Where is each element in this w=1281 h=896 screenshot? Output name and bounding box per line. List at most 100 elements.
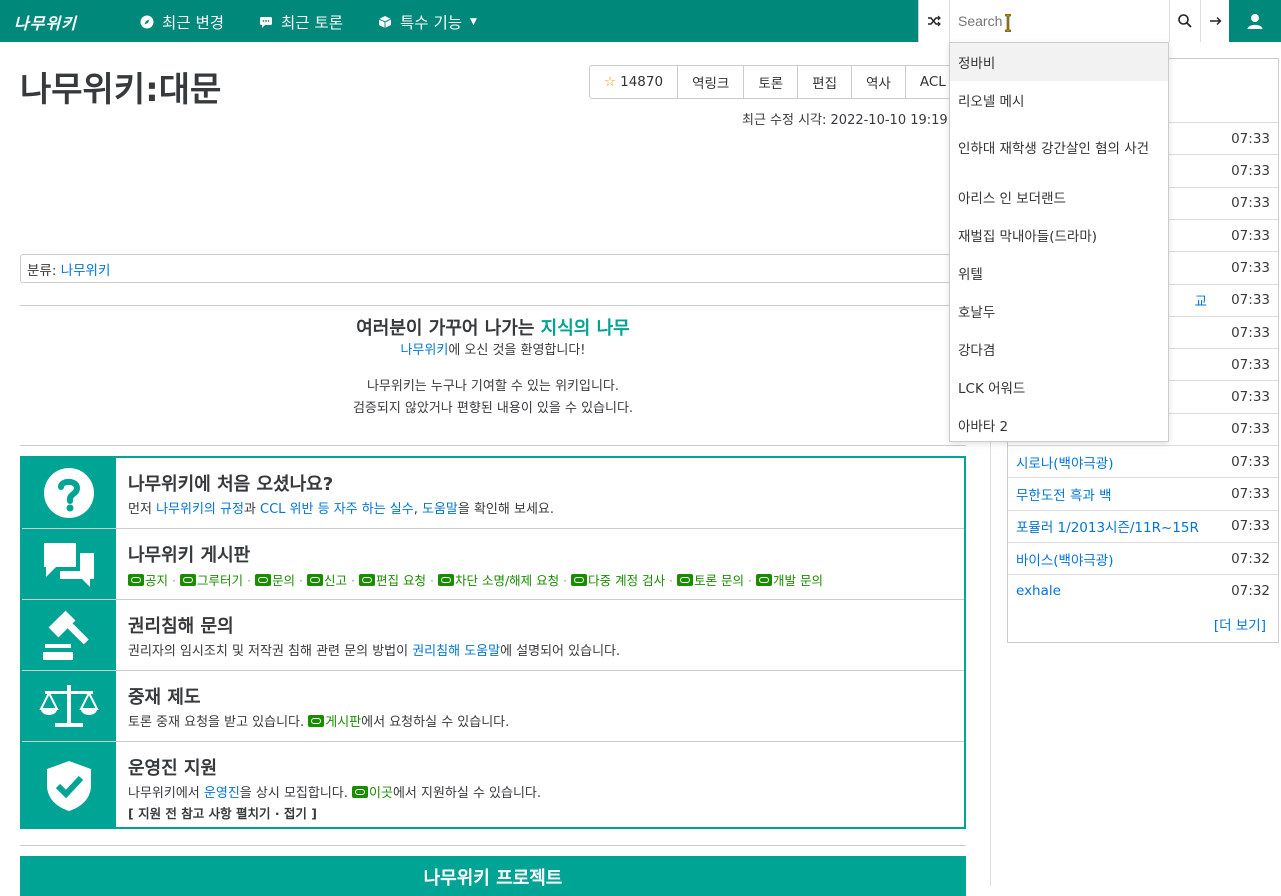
rules-link[interactable]: 나무위키의 규정	[156, 502, 244, 517]
link-icon	[180, 574, 196, 586]
search-icon	[1178, 14, 1192, 28]
icon-cell	[22, 600, 116, 670]
recent-change-time: 07:33	[1231, 421, 1270, 438]
info-title: 권리침해 문의	[128, 616, 234, 637]
board-link[interactable]: 차단 소명/해제 요청	[455, 573, 559, 588]
recent-change-link[interactable]: 시로나(백야극광)	[1016, 452, 1231, 472]
user-menu-button[interactable]	[1229, 0, 1281, 42]
nav-recent-discuss[interactable]: 최근 토론	[259, 11, 343, 33]
divider	[20, 445, 966, 446]
link-icon	[571, 574, 588, 586]
suggestion-item[interactable]: 재벌집 막내아들(드라마)	[950, 216, 1168, 254]
recent-change-link[interactable]: 무한도전 흑과 백	[1016, 484, 1231, 504]
recent-change-time: 07:33	[1231, 486, 1270, 503]
separator: ·	[748, 573, 753, 588]
ccl-mistakes-link[interactable]: CCL 위반 등 자주 하는 실수	[260, 502, 414, 517]
backlinks-button[interactable]: 역링크	[678, 66, 745, 98]
recent-change-time: 07:33	[1231, 259, 1270, 276]
recent-change-row: 바이스(백야극광) 07:32	[1008, 541, 1278, 575]
info-desc: 토론 중재 요청을 받고 있습니다. 게시판에서 요청하실 수 있습니다.	[128, 715, 510, 730]
random-page-button[interactable]	[919, 0, 950, 42]
info-desc: 먼저 나무위키의 규정과 CCL 위반 등 자주 하는 실수, 도움말을 확인해…	[128, 502, 554, 517]
comment-icon	[260, 17, 272, 28]
arrow-right-icon	[1209, 17, 1221, 25]
compass-icon	[140, 15, 154, 29]
link-icon	[308, 715, 325, 727]
discuss-button[interactable]: 토론	[744, 66, 799, 98]
board-link[interactable]: 개발 문의	[773, 573, 823, 588]
recent-change-link[interactable]: exhale	[1016, 583, 1231, 599]
search-button[interactable]	[1169, 0, 1200, 42]
board-link[interactable]: 편집 요청	[376, 573, 426, 588]
staff-link[interactable]: 운영진	[204, 786, 240, 801]
board-link[interactable]: 공지	[145, 573, 168, 588]
go-button[interactable]	[1200, 0, 1230, 42]
search-input[interactable]	[950, 0, 1169, 42]
recent-change-time: 07:33	[1231, 130, 1270, 147]
gavel-icon	[43, 610, 89, 660]
separator: ·	[351, 573, 355, 588]
suggestion-item[interactable]: 인하대 재학생 강간살인 혐의 사건	[950, 119, 1168, 178]
recent-change-link[interactable]: 포뮬러 1/2013시즌/11R~15R	[1016, 516, 1231, 536]
board-link[interactable]: 게시판	[325, 715, 361, 730]
nav-recent-changes[interactable]: 최근 변경	[140, 11, 224, 33]
link-icon	[255, 574, 271, 586]
cube-icon	[378, 16, 392, 28]
welcome-note-2: 검증되지 않았거나 편향된 내용이 있을 수 있습니다.	[352, 401, 634, 416]
recent-change-time: 07:33	[1231, 163, 1270, 180]
star-count: 14870	[620, 74, 664, 90]
info-title: 운영진 지원	[128, 758, 218, 779]
board-link[interactable]: 문의	[272, 573, 295, 588]
fold-toggle[interactable]: [ 지원 전 참고 사항 펼치기 · 접기 ]	[128, 804, 954, 823]
suggestion-item[interactable]: 아바타 2	[950, 406, 1168, 444]
recent-change-time: 07:33	[1231, 518, 1270, 535]
board-link[interactable]: 토론 문의	[694, 573, 744, 588]
board-link[interactable]: 다중 계정 검사	[588, 573, 665, 588]
edit-button[interactable]: 편집	[798, 66, 853, 98]
star-button[interactable]: ☆ 14870	[590, 66, 679, 98]
info-title: 중재 제도	[128, 687, 201, 708]
suggestion-item[interactable]: 아리스 인 보더랜드	[950, 178, 1168, 216]
question-circle-icon	[44, 468, 94, 518]
suggestion-item[interactable]: 위텔	[950, 254, 1168, 292]
board-link[interactable]: 그루터기	[197, 573, 243, 588]
separator: ·	[429, 573, 434, 588]
history-button[interactable]: 역사	[852, 66, 906, 98]
namuwiki-link[interactable]: 나무위키	[400, 343, 448, 358]
shuffle-icon	[928, 15, 941, 27]
chat-bubbles-icon	[44, 543, 94, 587]
recent-change-link[interactable]: 바이스(백야극광)	[1016, 549, 1231, 569]
category-label: 분류:	[27, 263, 61, 279]
suggestion-item[interactable]: 강다겸	[950, 330, 1168, 368]
suggestion-item[interactable]: 호날두	[950, 292, 1168, 330]
shield-check-icon	[47, 760, 91, 811]
nav-special-functions-label: 특수 기능	[400, 14, 462, 32]
rights-help-link[interactable]: 권리침해 도움말	[412, 644, 500, 659]
project-banner: 나무위키 프로젝트	[20, 856, 966, 896]
link-icon	[437, 574, 454, 586]
recent-change-row: 포뮬러 1/2013시즌/11R~15R 07:33	[1008, 509, 1278, 543]
apply-here-link[interactable]: 이곳	[369, 786, 393, 801]
icon-cell	[22, 529, 116, 599]
category-box: 분류: 나무위키	[20, 254, 970, 283]
board-link[interactable]: 신고	[324, 573, 347, 588]
welcome-line: 나무위키에 오신 것을 환영합니다!	[400, 343, 586, 358]
info-row-board: 나무위키 게시판 공지 · 그루터기 · 문의 · 신고 · 편집 요청 · 차단 소명/해제 요청…	[22, 529, 964, 600]
suggestion-item[interactable]: 정바비	[950, 43, 1168, 81]
site-logo[interactable]: 나무위키	[14, 10, 77, 34]
help-link[interactable]: 도움말	[422, 502, 458, 517]
nav-special-functions[interactable]: 특수 기능 ▼	[378, 11, 477, 33]
separator: ·	[247, 573, 251, 588]
info-row-mediation: 중재 제도 토론 중재 요청을 받고 있습니다. 게시판에서 요청하실 수 있습…	[22, 671, 964, 742]
info-row-staff: 운영진 지원 나무위키에서 운영진을 상시 모집합니다. 이곳에서 지원하실 수…	[22, 742, 964, 829]
info-desc: 권리자의 임시조치 및 저작권 침해 관련 문의 방법이 권리침해 도움말에 설…	[128, 644, 621, 659]
category-link[interactable]: 나무위키	[61, 263, 111, 279]
suggestion-item[interactable]: LCK 어워드	[950, 368, 1168, 406]
more-link[interactable]: [더 보기]	[1214, 614, 1266, 634]
welcome-heading: 여러분이 가꾸어 나가는 지식의 나무	[356, 318, 630, 339]
suggestion-item[interactable]: 리오넬 메시	[950, 81, 1168, 119]
separator: ·	[669, 573, 674, 588]
separator: ·	[563, 573, 568, 588]
info-desc: 나무위키에서 운영진을 상시 모집합니다. 이곳에서 지원하실 수 있습니다.	[128, 786, 542, 801]
search-bar	[918, 0, 1229, 42]
